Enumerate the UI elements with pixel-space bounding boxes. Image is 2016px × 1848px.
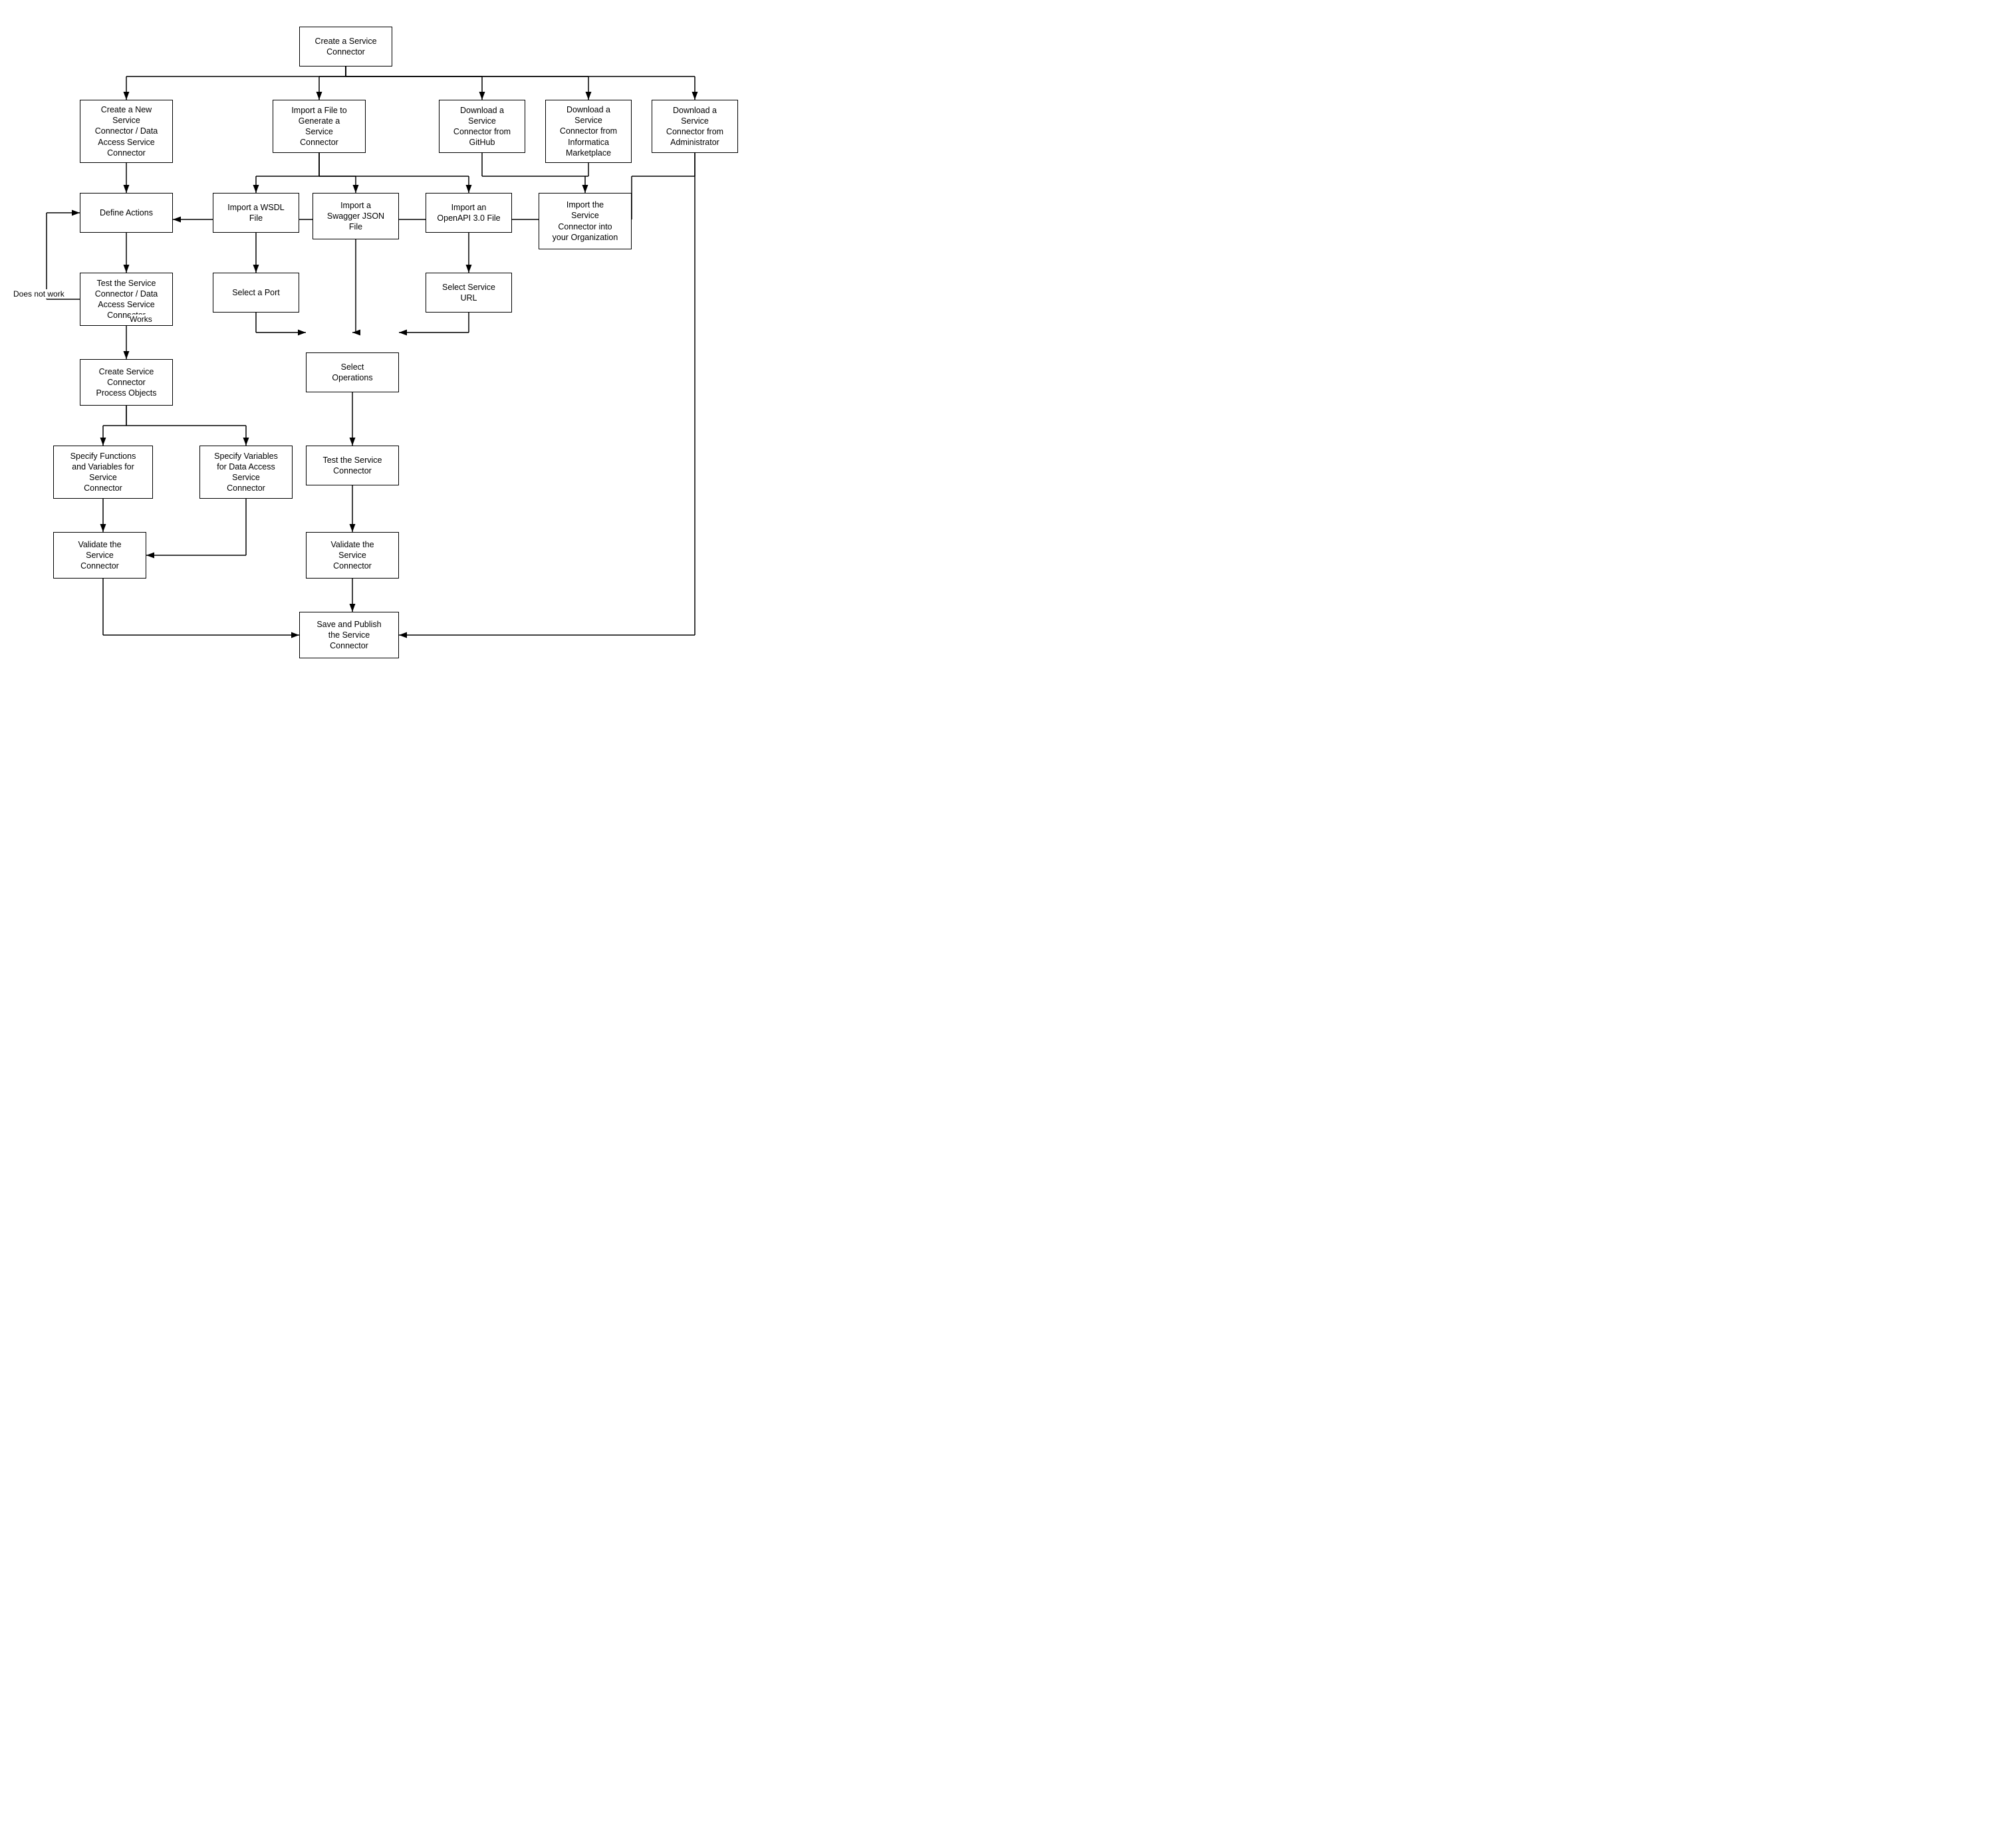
create-sc-box: Create a Service Connector <box>299 27 392 66</box>
validate-sc-left-box: Validate the Service Connector <box>53 532 146 579</box>
validate-sc-right-label: Validate the Service Connector <box>330 539 374 572</box>
flowchart: Create a Service Connector Create a New … <box>13 13 718 665</box>
select-service-url-label: Select Service URL <box>442 282 495 304</box>
define-actions-label: Define Actions <box>100 207 153 218</box>
select-service-url-box: Select Service URL <box>426 273 512 313</box>
import-wsdl-box: Import a WSDL File <box>213 193 299 233</box>
save-publish-box: Save and Publish the Service Connector <box>299 612 399 658</box>
import-file-box: Import a File to Generate a Service Conn… <box>273 100 366 153</box>
create-sc-label: Create a Service Connector <box>315 36 376 58</box>
import-openapi-box: Import an OpenAPI 3.0 File <box>426 193 512 233</box>
download-github-box: Download a Service Connector from GitHub <box>439 100 525 153</box>
create-process-obj-label: Create Service Connector Process Objects <box>96 366 156 399</box>
select-port-label: Select a Port <box>232 287 280 298</box>
select-operations-label: Select Operations <box>332 362 372 384</box>
select-operations-box: Select Operations <box>306 352 399 392</box>
create-new-box: Create a New Service Connector / Data Ac… <box>80 100 173 163</box>
specify-functions-box: Specify Functions and Variables for Serv… <box>53 446 153 499</box>
specify-vars-data-label: Specify Variables for Data Access Servic… <box>214 451 278 494</box>
validate-sc-right-box: Validate the Service Connector <box>306 532 399 579</box>
download-marketplace-label: Download a Service Connector from Inform… <box>560 104 617 158</box>
download-github-label: Download a Service Connector from GitHub <box>453 105 511 148</box>
test-sc-label: Test the Service Connector <box>323 455 382 477</box>
import-org-label: Import the Service Connector into your O… <box>553 199 618 243</box>
test-sc-data-box: Test the Service Connector / Data Access… <box>80 273 173 326</box>
download-admin-box: Download a Service Connector from Admini… <box>652 100 738 153</box>
create-process-obj-box: Create Service Connector Process Objects <box>80 359 173 406</box>
import-file-label: Import a File to Generate a Service Conn… <box>291 105 346 148</box>
download-admin-label: Download a Service Connector from Admini… <box>666 105 723 148</box>
import-swagger-box: Import a Swagger JSON File <box>313 193 399 239</box>
select-port-box: Select a Port <box>213 273 299 313</box>
does-not-work-label: Does not work <box>13 289 64 299</box>
import-org-box: Import the Service Connector into your O… <box>539 193 632 249</box>
specify-functions-label: Specify Functions and Variables for Serv… <box>70 451 136 494</box>
validate-sc-left-label: Validate the Service Connector <box>78 539 121 572</box>
download-marketplace-box: Download a Service Connector from Inform… <box>545 100 632 163</box>
import-openapi-label: Import an OpenAPI 3.0 File <box>437 202 500 224</box>
import-swagger-label: Import a Swagger JSON File <box>327 200 384 233</box>
create-new-label: Create a New Service Connector / Data Ac… <box>95 104 158 158</box>
import-wsdl-label: Import a WSDL File <box>227 202 284 224</box>
test-sc-box: Test the Service Connector <box>306 446 399 485</box>
specify-vars-data-box: Specify Variables for Data Access Servic… <box>199 446 293 499</box>
works-label: Works <box>130 315 152 324</box>
save-publish-label: Save and Publish the Service Connector <box>316 619 381 652</box>
define-actions-box: Define Actions <box>80 193 173 233</box>
